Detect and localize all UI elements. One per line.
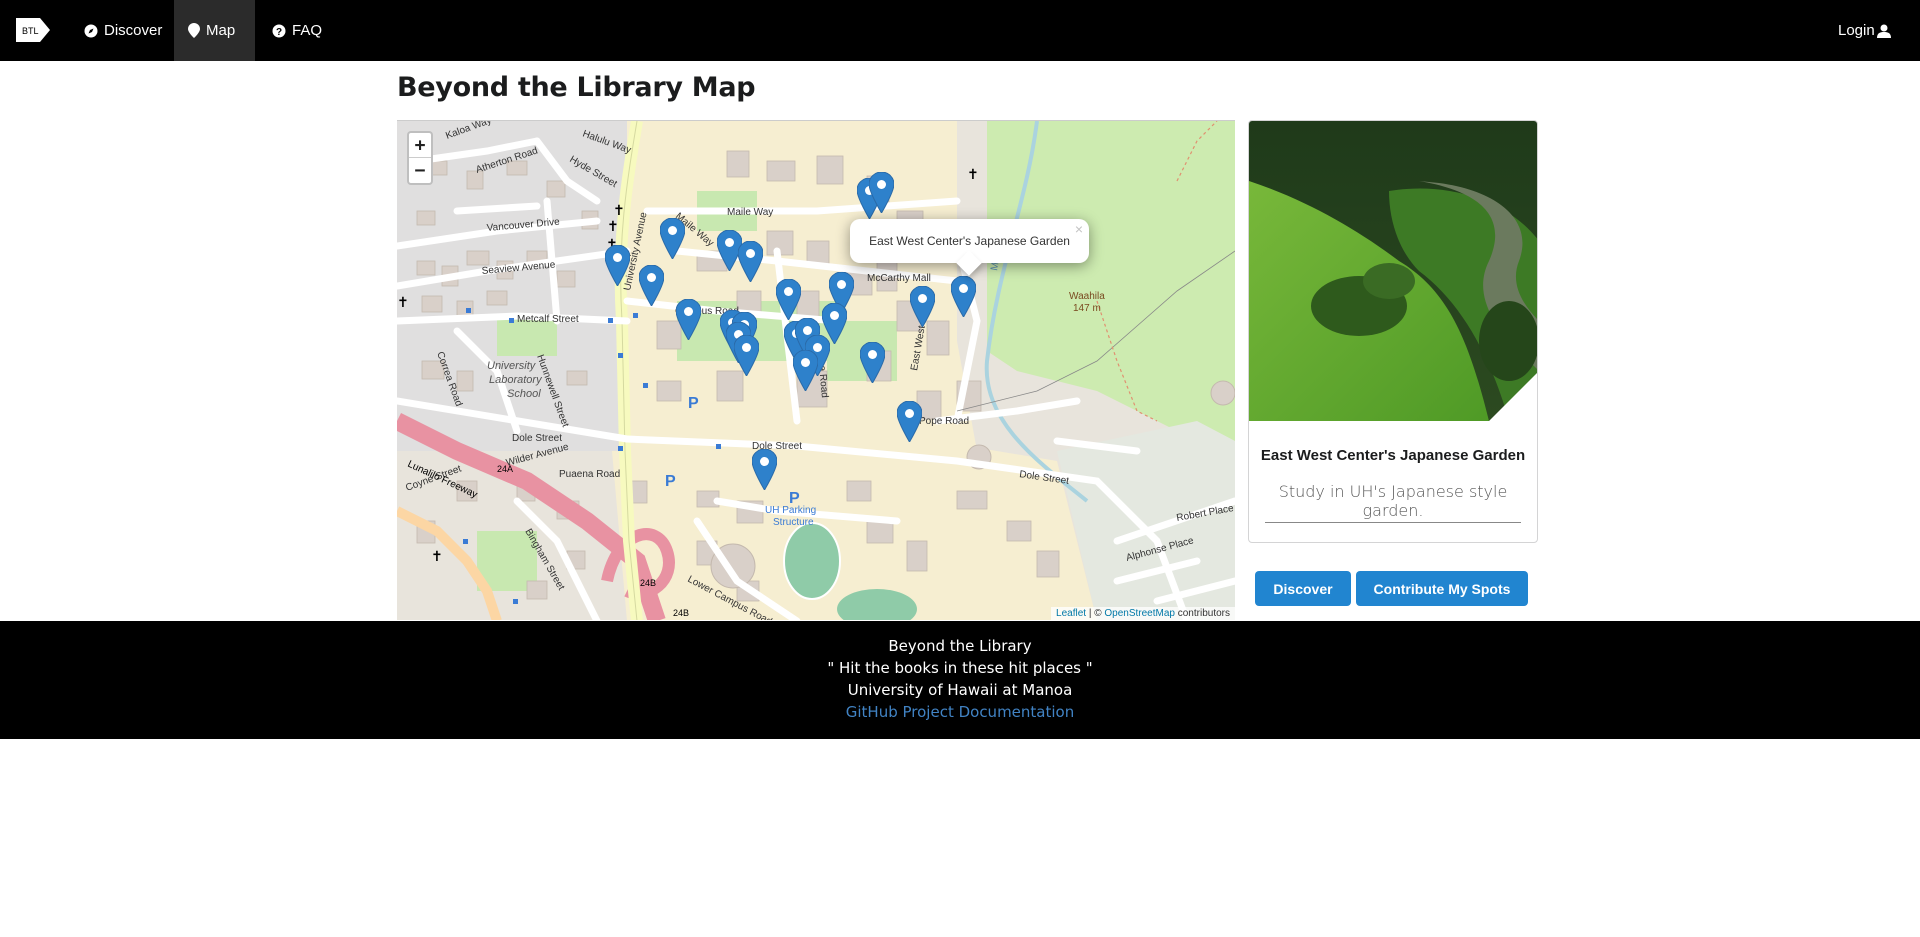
zoom-control: + −	[407, 131, 433, 185]
leaflet-link[interactable]: Leaflet	[1056, 608, 1086, 619]
footer-tagline: " Hit the books in these hit places "	[827, 659, 1093, 677]
map-marker-icon[interactable]	[950, 275, 977, 318]
svg-text:✝: ✝	[967, 167, 979, 183]
question-icon: ?	[272, 24, 286, 38]
map-attribution: Leaflet | © OpenStreetMap contributors	[1051, 607, 1235, 620]
svg-text:Puaena Road: Puaena Road	[559, 469, 620, 480]
map-marker-icon[interactable]	[792, 349, 819, 392]
nav-map[interactable]: Map	[174, 0, 255, 61]
osm-link[interactable]: OpenStreetMap	[1104, 608, 1175, 619]
spot-description: Study in UH's Japanese style garden.	[1278, 482, 1508, 520]
svg-text:University: University	[487, 360, 537, 372]
svg-text:✝: ✝	[613, 203, 625, 219]
nav-faq[interactable]: ? FAQ	[258, 0, 336, 61]
map-marker-icon[interactable]	[909, 285, 936, 328]
nav-discover[interactable]: Discover	[70, 0, 176, 61]
map-pin-icon	[188, 23, 200, 38]
spot-image	[1249, 121, 1537, 421]
compass-icon	[84, 24, 98, 38]
nav-map-label: Map	[206, 22, 236, 39]
svg-text:Laboratory: Laboratory	[489, 374, 543, 386]
svg-text:Maile Way: Maile Way	[727, 207, 773, 218]
map-popup: East West Center's Japanese Garden ×	[850, 219, 1089, 276]
brand-logo[interactable]: BTL	[14, 14, 52, 46]
svg-text:Dole Street: Dole Street	[512, 433, 562, 444]
spot-title: East West Center's Japanese Garden	[1260, 447, 1526, 464]
footer-university: University of Hawaii at Manoa	[847, 681, 1073, 699]
svg-text:P: P	[665, 473, 676, 490]
svg-text:?: ?	[276, 27, 282, 38]
attribution-tail: contributors	[1174, 608, 1230, 619]
svg-text:24B: 24B	[673, 608, 689, 618]
contribute-button[interactable]: Contribute My Spots	[1356, 571, 1528, 606]
nav-discover-label: Discover	[104, 22, 163, 39]
map-marker-icon[interactable]	[896, 400, 923, 443]
nav-login[interactable]: Login	[1838, 0, 1891, 61]
svg-text:BTL: BTL	[22, 26, 39, 36]
svg-text:McCarthy Mall: McCarthy Mall	[867, 273, 931, 284]
popup-text: East West Center's Japanese Garden	[869, 234, 1070, 248]
attribution-separator: | ©	[1086, 608, 1105, 619]
card-divider	[1265, 522, 1521, 523]
spot-card[interactable]: East West Center's Japanese Garden Study…	[1248, 120, 1538, 543]
map-marker-icon[interactable]	[638, 264, 665, 307]
discover-button[interactable]: Discover	[1255, 571, 1351, 606]
zoom-out-button[interactable]: −	[409, 158, 431, 183]
svg-text:24A: 24A	[497, 464, 513, 474]
svg-text:✝: ✝	[431, 549, 443, 565]
navbar: BTL Discover Map ? FAQ Login	[0, 0, 1920, 61]
svg-text:P: P	[789, 490, 800, 507]
nav-faq-label: FAQ	[292, 22, 323, 39]
map-marker-icon[interactable]	[737, 240, 764, 283]
svg-text:✝: ✝	[607, 219, 619, 235]
zoom-in-button[interactable]: +	[409, 133, 431, 158]
svg-text:School: School	[507, 388, 541, 400]
svg-text:Structure: Structure	[773, 517, 814, 528]
map-marker-icon[interactable]	[868, 171, 895, 214]
svg-text:Pope Road: Pope Road	[919, 416, 969, 427]
svg-text:Metcalf Street: Metcalf Street	[517, 314, 579, 325]
map-marker-icon[interactable]	[733, 334, 760, 377]
map[interactable]: Kaloa Way Halulu Way Atherton Road Hyde …	[397, 120, 1235, 620]
svg-text:✝: ✝	[397, 295, 409, 311]
svg-text:147 m: 147 m	[1073, 303, 1101, 314]
svg-text:24B: 24B	[640, 578, 656, 588]
footer-title: Beyond the Library	[888, 637, 1032, 655]
map-marker-icon[interactable]	[751, 448, 778, 491]
map-marker-icon[interactable]	[775, 278, 802, 321]
user-icon	[1876, 24, 1891, 38]
svg-text:Waahila: Waahila	[1069, 291, 1105, 302]
map-marker-icon[interactable]	[675, 298, 702, 341]
map-marker-icon[interactable]	[659, 217, 686, 260]
footer-github-link[interactable]: GitHub Project Documentation	[846, 703, 1074, 721]
nav-login-label: Login	[1838, 22, 1875, 39]
svg-text:P: P	[688, 395, 699, 412]
footer: Beyond the Library " Hit the books in th…	[0, 621, 1920, 739]
page-title: Beyond the Library Map	[397, 72, 756, 103]
map-marker-icon[interactable]	[859, 341, 886, 384]
popup-close-button[interactable]: ×	[1075, 221, 1083, 237]
map-marker-icon[interactable]	[604, 244, 631, 287]
